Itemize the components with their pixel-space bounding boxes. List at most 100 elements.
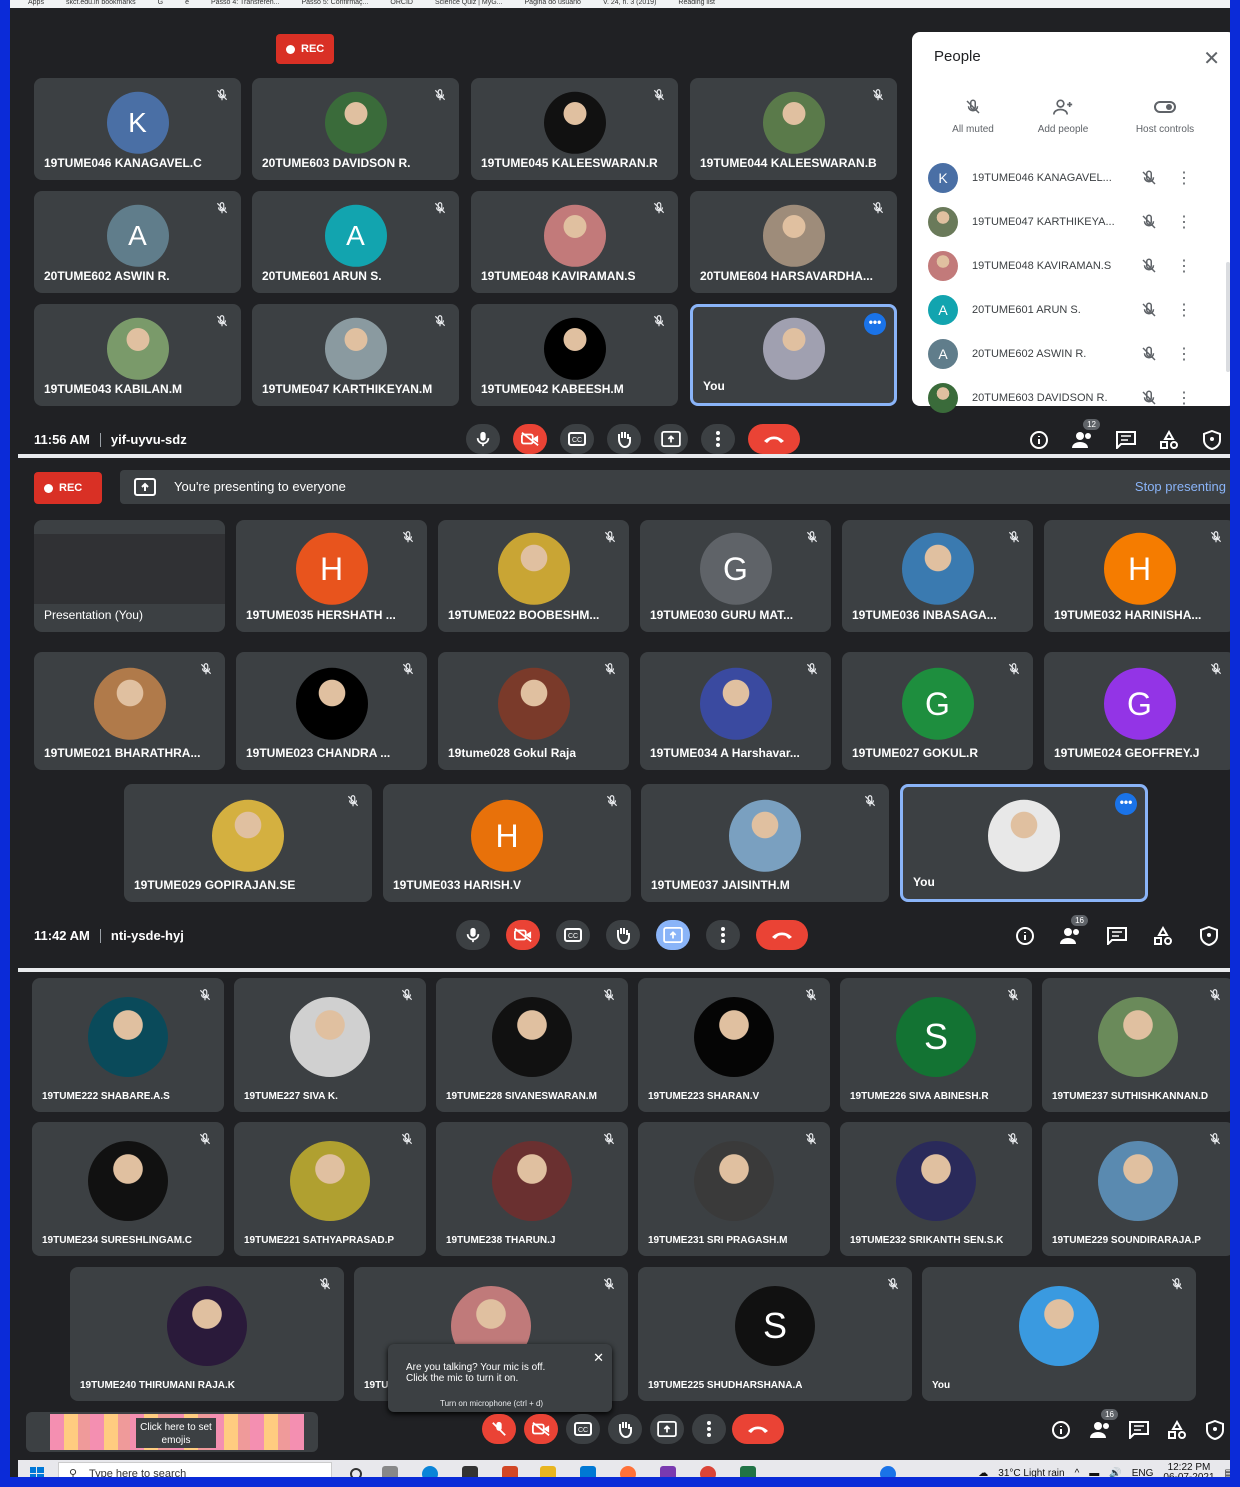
activities-icon[interactable] [1150, 923, 1176, 949]
bookmark-item[interactable]: Página do usuário [525, 0, 581, 8]
bookmark-item[interactable]: G [158, 0, 163, 8]
task-view-icon[interactable] [382, 1466, 398, 1477]
clock[interactable]: 12:22 PM 06-07-2021 [1163, 1463, 1214, 1478]
presentation-tile[interactable]: Presentation (You) [34, 520, 225, 632]
participant-tile[interactable]: You ••• [900, 784, 1148, 902]
bookmark-item[interactable]: Reading list [678, 0, 715, 8]
store-icon[interactable] [462, 1466, 478, 1477]
weather-text[interactable]: 31°C Light rain [998, 1468, 1064, 1478]
participant-tile[interactable]: 19TUME037 JAISINTH.M [641, 784, 889, 902]
raise-hand-button[interactable] [607, 424, 641, 454]
participant-tile[interactable]: 19TUME240 THIRUMANI RAJA.K [70, 1267, 344, 1401]
leave-call-button[interactable] [732, 1414, 784, 1444]
participant-tile[interactable]: 19TUME228 SIVANESWARAN.M [436, 978, 628, 1112]
mic-off-icon[interactable] [1140, 169, 1158, 187]
participant-tile[interactable]: H 19TUME032 HARINISHA... [1044, 520, 1230, 632]
people-icon[interactable]: 16 [1058, 915, 1088, 949]
people-list-item[interactable]: A 20TUME602 ASWIN R. ⋮ [928, 338, 1222, 370]
people-icon[interactable]: 12 [1070, 419, 1100, 453]
participant-tile[interactable]: 19TUME221 SATHYAPRASAD.P [234, 1122, 426, 1256]
stop-presenting-link[interactable]: Stop presenting [1135, 479, 1226, 494]
app-icon[interactable] [660, 1466, 676, 1477]
participant-tile[interactable]: 19TUME043 KABILAN.M [34, 304, 241, 406]
participant-tile[interactable]: 19TUME232 SRIKANTH SEN.S.K [840, 1122, 1032, 1256]
participant-tile[interactable]: 19TUME227 SIVA K. [234, 978, 426, 1112]
bookmark-item[interactable]: ORCID [390, 0, 413, 8]
mic-off-icon[interactable] [1140, 301, 1158, 319]
more-vert-icon[interactable]: ⋮ [1176, 388, 1192, 408]
add-people-button[interactable]: Add people [1018, 96, 1108, 135]
notification-icon[interactable]: ▤ 22 [1225, 1468, 1230, 1478]
people-list-item[interactable]: 19TUME047 KARTHIKEYA... ⋮ [928, 206, 1222, 238]
participant-tile[interactable]: 19TUME234 SURESHLINGAM.C [32, 1122, 224, 1256]
bookmark-item[interactable]: Passo 4: Transferen... [211, 0, 279, 8]
mic-off-button[interactable] [482, 1414, 516, 1444]
more-options-button[interactable] [701, 424, 735, 454]
raise-hand-button[interactable] [608, 1414, 642, 1444]
mic-off-icon[interactable] [1140, 213, 1158, 231]
meeting-info-icon[interactable] [1012, 923, 1038, 949]
more-vert-icon[interactable]: ⋮ [1176, 212, 1192, 232]
camera-off-button[interactable] [524, 1414, 558, 1444]
host-controls-icon[interactable] [1199, 427, 1225, 453]
participant-tile[interactable]: 19TUME042 KABEESH.M [471, 304, 678, 406]
camera-off-button[interactable] [513, 424, 547, 454]
host-controls-icon[interactable] [1196, 923, 1222, 949]
bookmark-item[interactable]: skct.edu.in bookmarks [66, 0, 136, 8]
raise-hand-button[interactable] [606, 920, 640, 950]
participant-tile[interactable]: 19TUME237 SUTHISHKANNAN.D [1042, 978, 1230, 1112]
firefox-icon[interactable] [620, 1466, 636, 1477]
windows-start-icon[interactable] [30, 1467, 44, 1477]
more-options-icon[interactable]: ••• [1115, 793, 1137, 815]
bookmark-item[interactable]: e [185, 0, 189, 8]
chevron-up-icon[interactable]: ^ [1075, 1468, 1080, 1478]
participant-tile[interactable]: A 20TUME601 ARUN S. [252, 191, 459, 293]
leave-call-button[interactable] [756, 920, 808, 950]
present-button[interactable] [654, 424, 688, 454]
participant-tile[interactable]: 20TUME603 DAVIDSON R. [252, 78, 459, 180]
participant-tile[interactable]: S 19TUME225 SHUDHARSHANA.A [638, 1267, 912, 1401]
edge-icon[interactable] [422, 1466, 438, 1477]
mic-button[interactable] [466, 424, 500, 454]
participant-tile[interactable]: 19TUME044 KALEESWARAN.B [690, 78, 897, 180]
participant-tile[interactable]: 19TUME222 SHABARE.A.S [32, 978, 224, 1112]
meeting-info-icon[interactable] [1026, 427, 1052, 453]
chrome-icon[interactable] [700, 1466, 716, 1477]
participant-tile[interactable]: K 19TUME046 KANAGAVEL.C [34, 78, 241, 180]
taskbar-search-input[interactable]: ⚲ Type here to search [58, 1462, 332, 1477]
powerpoint-icon[interactable] [502, 1466, 518, 1477]
participant-tile[interactable]: 19TUME231 SRI PRAGASH.M [638, 1122, 830, 1256]
participant-tile[interactable]: A 20TUME602 ASWIN R. [34, 191, 241, 293]
more-options-button[interactable] [692, 1414, 726, 1444]
mic-off-icon[interactable] [1140, 257, 1158, 275]
participant-tile[interactable]: 19tume028 Gokul Raja [438, 652, 629, 770]
participant-tile[interactable]: 19TUME048 KAVIRAMAN.S [471, 191, 678, 293]
captions-button[interactable]: CC [560, 424, 594, 454]
activities-icon[interactable] [1156, 427, 1182, 453]
participant-tile[interactable]: 19TUME238 THARUN.J [436, 1122, 628, 1256]
host-controls-icon[interactable] [1202, 1417, 1228, 1443]
battery-icon[interactable]: ▬ [1089, 1468, 1099, 1478]
volume-icon[interactable]: 🔊 [1109, 1468, 1121, 1478]
help-icon[interactable] [880, 1466, 896, 1477]
participant-tile[interactable]: You ••• [690, 304, 897, 406]
participant-tile[interactable]: 19TUME023 CHANDRA ... [236, 652, 427, 770]
participant-tile[interactable]: 19TUME045 KALEESWARAN.R [471, 78, 678, 180]
people-list-item[interactable]: K 19TUME046 KANAGAVEL... ⋮ [928, 162, 1222, 194]
participant-tile[interactable]: You [922, 1267, 1196, 1401]
chat-icon[interactable] [1104, 923, 1130, 949]
captions-button[interactable]: CC [566, 1414, 600, 1444]
people-list-item[interactable]: 20TUME603 DAVIDSON R. ⋮ [928, 382, 1222, 414]
language-indicator[interactable]: ENG [1132, 1468, 1154, 1478]
participant-tile[interactable]: G 19TUME024 GEOFFREY.J [1044, 652, 1230, 770]
more-vert-icon[interactable]: ⋮ [1176, 344, 1192, 364]
participant-tile[interactable]: 19TUME223 SHARAN.V [638, 978, 830, 1112]
participant-tile[interactable]: 19TUME229 SOUNDIRARAJA.P [1042, 1122, 1230, 1256]
close-icon[interactable]: ✕ [593, 1350, 604, 1366]
participant-tile[interactable]: 19TUME034 A Harshavar... [640, 652, 831, 770]
participant-tile[interactable]: H 19TUME035 HERSHATH ... [236, 520, 427, 632]
people-icon[interactable]: 16 [1088, 1409, 1118, 1443]
people-list-item[interactable]: 19TUME048 KAVIRAMAN.S ⋮ [928, 250, 1222, 282]
people-list-item[interactable]: A 20TUME601 ARUN S. ⋮ [928, 294, 1222, 326]
participant-tile[interactable]: 20TUME604 HARSAVARDHA... [690, 191, 897, 293]
